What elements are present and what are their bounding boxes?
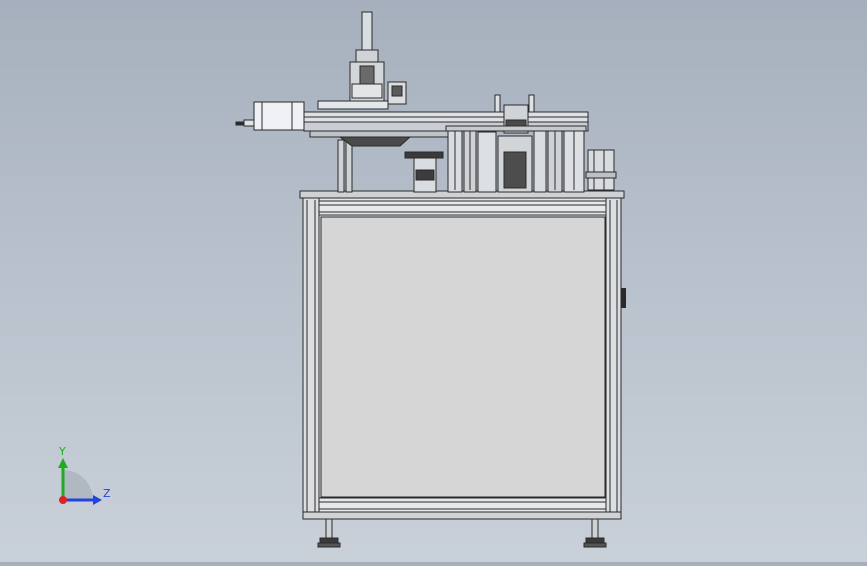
- cabinet-front-panel: [320, 216, 606, 498]
- column-assembly: [445, 125, 587, 193]
- axis-triad-icon: Y Z: [58, 445, 111, 505]
- small-motor: [404, 151, 444, 193]
- leveling-feet: [317, 518, 607, 548]
- triad-z-label: Z: [103, 487, 111, 500]
- triad-y-label: Y: [58, 445, 66, 458]
- cad-viewport[interactable]: Y Z: [0, 0, 867, 562]
- cabinet-latch: [621, 288, 626, 308]
- cad-model-drawing: Y Z: [58, 11, 626, 548]
